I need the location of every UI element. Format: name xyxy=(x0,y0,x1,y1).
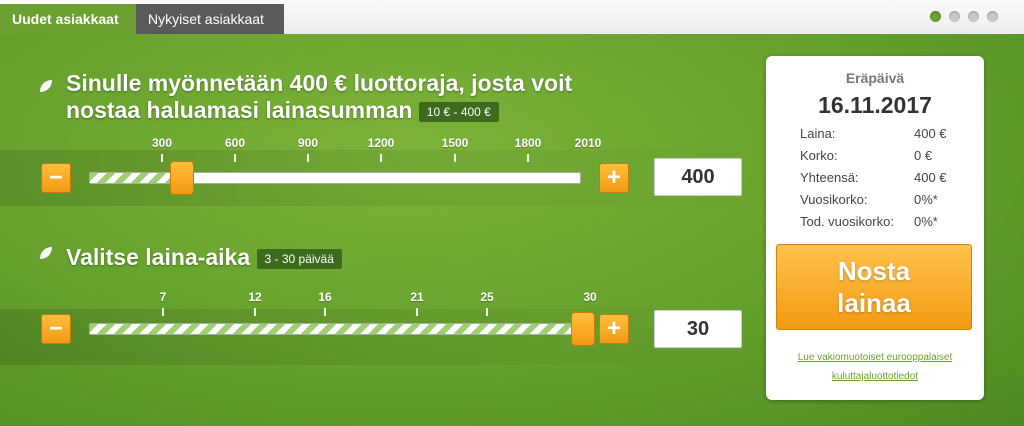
amount-tick-label: 600 xyxy=(224,136,246,150)
link-line1: Lue vakiomuotoiset eurooppalaiset xyxy=(797,352,953,363)
period-slider-track[interactable] xyxy=(89,323,593,335)
amount-tick-label: 300 xyxy=(151,136,173,150)
amount-tick-label: 900 xyxy=(297,136,319,150)
amount-increase-button[interactable]: + xyxy=(599,163,629,193)
carousel-dot-1[interactable] xyxy=(930,11,941,22)
amount-title: Sinulle myönnetään 400 € luottoraja, jos… xyxy=(66,70,746,124)
summary-row-label: Korko: xyxy=(800,148,838,163)
amount-tick-mark xyxy=(380,154,382,162)
amount-tick-label: 1200 xyxy=(367,136,395,150)
period-tick-mark xyxy=(162,308,164,316)
summary-row-value: 400 € xyxy=(914,126,947,141)
period-tick-mark xyxy=(486,308,488,316)
summary-row-interest: Korko: 0 € xyxy=(800,148,960,163)
summary-row-loan: Laina: 400 € xyxy=(800,126,960,141)
withdraw-loan-button[interactable]: Nosta lainaa xyxy=(776,244,972,330)
link-line2: kuluttajaluottotiedot xyxy=(831,371,919,382)
period-tick-mark xyxy=(324,308,326,316)
amount-slider-handle[interactable] xyxy=(170,161,195,195)
period-value-field[interactable]: 30 xyxy=(654,310,742,348)
carousel-dots xyxy=(930,11,998,22)
summary-row-value: 400 € xyxy=(914,170,947,185)
credit-info-link[interactable]: Lue vakiomuotoiset eurooppalaiset kulutt… xyxy=(776,348,974,386)
period-range-badge: 3 - 30 päivää xyxy=(256,248,342,269)
carousel-dot-4[interactable] xyxy=(987,11,998,22)
loan-summary-card: Eräpäivä 16.11.2017 Laina: 400 € Korko: … xyxy=(766,56,984,400)
amount-range-badge: 10 € - 400 € xyxy=(418,101,499,122)
amount-slider-track[interactable] xyxy=(89,172,581,184)
amount-tick-label: 2010 xyxy=(574,136,602,150)
cta-line1: Nosta xyxy=(837,256,911,286)
period-title-text: Valitse laina-aika xyxy=(66,244,251,270)
summary-row-value: 0%* xyxy=(914,192,938,207)
period-tick-label: 25 xyxy=(480,290,494,304)
summary-row-annual-rate: Vuosikorko: 0%* xyxy=(800,192,960,207)
amount-decrease-button[interactable]: − xyxy=(41,163,71,193)
amount-tick-mark xyxy=(454,154,456,162)
period-increase-button[interactable]: + xyxy=(599,314,629,344)
carousel-dot-3[interactable] xyxy=(968,11,979,22)
period-slider-fill xyxy=(90,324,592,334)
period-tick-label: 21 xyxy=(410,290,424,304)
period-decrease-button[interactable]: − xyxy=(41,314,71,344)
amount-tick-label: 1500 xyxy=(441,136,469,150)
carousel-dot-2[interactable] xyxy=(949,11,960,22)
period-tick-label: 7 xyxy=(159,290,167,304)
summary-row-label: Yhteensä: xyxy=(800,170,859,185)
amount-value-field[interactable]: 400 xyxy=(654,158,742,196)
due-date-value: 16.11.2017 xyxy=(818,92,932,118)
amount-tick-mark xyxy=(527,154,529,162)
cta-line2: lainaa xyxy=(837,288,911,318)
period-tick-label: 16 xyxy=(318,290,332,304)
period-slider-handle[interactable] xyxy=(571,312,595,346)
leaf-icon xyxy=(40,247,52,259)
leaf-icon xyxy=(40,80,52,92)
summary-row-value: 0%* xyxy=(914,214,938,229)
period-tick-mark xyxy=(254,308,256,316)
amount-title-line2: nostaa haluamasi lainasumman xyxy=(66,97,413,123)
summary-row-total: Yhteensä: 400 € xyxy=(800,170,960,185)
period-slider-band xyxy=(0,309,760,365)
amount-tick-mark xyxy=(161,154,163,162)
amount-tick-label: 1800 xyxy=(514,136,542,150)
amount-title-line1: Sinulle myönnetään 400 € luottoraja, jos… xyxy=(66,70,573,96)
summary-row-effective-rate: Tod. vuosikorko: 0%* xyxy=(800,214,960,229)
period-tick-mark xyxy=(416,308,418,316)
top-bar: Uudet asiakkaat Nykyiset asiakkaat xyxy=(0,0,1024,35)
due-date-label: Eräpäivä xyxy=(845,70,905,86)
summary-row-label: Vuosikorko: xyxy=(800,192,868,207)
summary-row-label: Laina: xyxy=(800,126,836,141)
period-title: Valitse laina-aika 3 - 30 päivää xyxy=(66,244,666,271)
tab-existing-customers[interactable]: Nykyiset asiakkaat xyxy=(136,4,284,34)
amount-tick-mark xyxy=(234,154,236,162)
amount-slider-fill xyxy=(90,173,184,183)
tab-new-customers[interactable]: Uudet asiakkaat xyxy=(0,4,136,34)
period-tick-label: 30 xyxy=(583,290,597,304)
period-tick-label: 12 xyxy=(248,290,262,304)
summary-row-value: 0 € xyxy=(914,148,933,163)
amount-tick-mark xyxy=(307,154,309,162)
summary-row-label: Tod. vuosikorko: xyxy=(800,214,894,229)
loan-calculator: Sinulle myönnetään 400 € luottoraja, jos… xyxy=(0,34,1024,426)
